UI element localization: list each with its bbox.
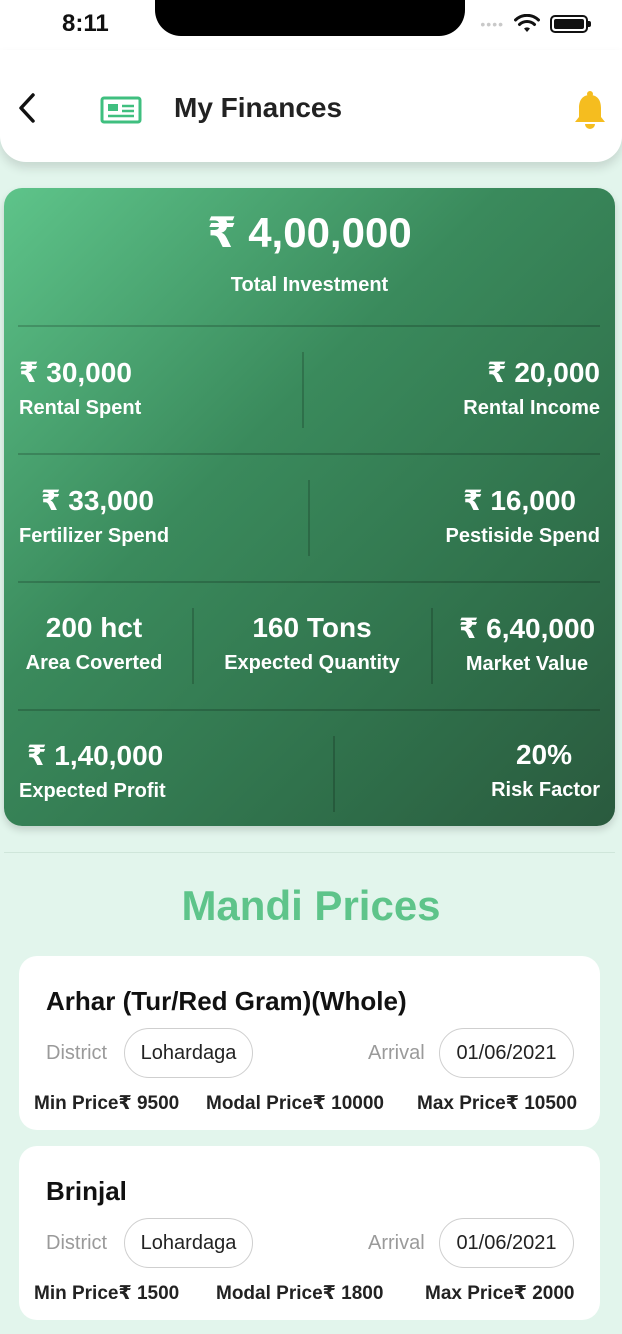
expected-quantity-label: Expected Quantity: [224, 652, 400, 674]
back-chevron-icon[interactable]: [14, 90, 40, 126]
divider: [308, 480, 310, 556]
fertilizer-spend-label: Fertilizer Spend: [19, 525, 170, 547]
risk-factor-label: Risk Factor: [491, 779, 600, 801]
fertilizer-spend-stat: ₹ 33,000 Fertilizer Spend: [19, 484, 169, 548]
app-header: My Finances: [0, 50, 622, 162]
divider: [302, 352, 304, 428]
fertilizer-spend-value: ₹ 33,000: [41, 485, 154, 516]
status-bar: 8:11 ••••: [0, 0, 622, 50]
divider: [18, 453, 600, 455]
mandi-prices-title: Mandi Prices: [181, 882, 441, 929]
area-covered-value: 200 hct: [45, 612, 143, 643]
rental-income-stat: ₹ 20,000 Rental Income: [463, 356, 600, 420]
rental-spent-label: Rental Spent: [19, 397, 142, 419]
rental-income-label: Rental Income: [463, 397, 600, 419]
section-divider: [4, 852, 615, 853]
finance-card-icon: [100, 96, 142, 124]
pesticide-spend-label: Pestiside Spend: [445, 525, 601, 547]
status-time: 8:11: [62, 10, 109, 37]
district-value: Lohardaga: [124, 1028, 253, 1078]
modal-price: Modal Price₹ 1800: [216, 1283, 384, 1304]
bell-icon[interactable]: [573, 90, 607, 130]
min-price: Min Price₹ 9500: [34, 1093, 180, 1114]
market-value-label: Market Value: [465, 653, 589, 675]
arrival-label: Arrival: [368, 1232, 425, 1254]
total-investment-label: Total Investment: [230, 274, 389, 296]
min-price: Min Price₹ 1500: [34, 1283, 180, 1304]
crop-name: Arhar (Tur/Red Gram)(Whole): [46, 986, 407, 1016]
mandi-price-card[interactable]: Arhar (Tur/Red Gram)(Whole) District Loh…: [19, 956, 600, 1130]
rental-income-value: ₹ 20,000: [487, 357, 600, 388]
arrival-date: 01/06/2021: [439, 1218, 574, 1268]
area-covered-stat: 200 hct Area Coverted: [14, 612, 174, 675]
expected-profit-stat: ₹ 1,40,000 Expected Profit: [19, 739, 166, 803]
district-label: District: [46, 1042, 108, 1064]
arrival-label: Arrival: [368, 1042, 425, 1064]
divider: [18, 581, 600, 583]
crop-name: Brinjal: [46, 1176, 127, 1206]
market-value-value: ₹ 6,40,000: [458, 613, 596, 644]
mandi-price-card[interactable]: Brinjal District Lohardaga Arrival 01/06…: [19, 1146, 600, 1320]
modal-price: Modal Price₹ 10000: [206, 1093, 384, 1114]
market-value-stat: ₹ 6,40,000 Market Value: [442, 612, 612, 676]
divider: [192, 608, 194, 684]
area-covered-label: Area Coverted: [25, 652, 163, 674]
max-price: Max Price₹ 2000: [425, 1283, 575, 1304]
district-label: District: [46, 1232, 108, 1254]
expected-quantity-value: 160 Tons: [252, 612, 372, 643]
district-value: Lohardaga: [124, 1218, 253, 1268]
signal-icon: ••••: [480, 16, 504, 32]
page-title: My Finances: [174, 92, 343, 123]
expected-quantity-stat: 160 Tons Expected Quantity: [204, 612, 420, 675]
risk-factor-stat: 20% Risk Factor: [491, 739, 600, 802]
pesticide-spend-value: ₹ 16,000: [463, 485, 576, 516]
divider: [431, 608, 433, 684]
max-price: Max Price₹ 10500: [417, 1093, 578, 1114]
expected-profit-label: Expected Profit: [19, 780, 166, 802]
rental-spent-stat: ₹ 30,000 Rental Spent: [19, 356, 141, 420]
status-indicators: ••••: [480, 14, 591, 34]
divider: [333, 736, 335, 812]
risk-factor-value: 20%: [515, 739, 572, 770]
total-investment-value: ₹ 4,00,000: [207, 209, 412, 256]
arrival-date: 01/06/2021: [439, 1028, 574, 1078]
wifi-icon: [514, 14, 540, 32]
divider: [18, 325, 600, 327]
device-notch: [155, 0, 465, 36]
rental-spent-value: ₹ 30,000: [19, 357, 132, 388]
expected-profit-value: ₹ 1,40,000: [27, 740, 164, 771]
divider: [18, 709, 600, 711]
pesticide-spend-stat: ₹ 16,000 Pestiside Spend: [446, 484, 601, 548]
battery-icon: [550, 15, 591, 33]
finance-summary-card: ₹ 4,00,000 Total Investment ₹ 30,000 Ren…: [4, 188, 615, 826]
